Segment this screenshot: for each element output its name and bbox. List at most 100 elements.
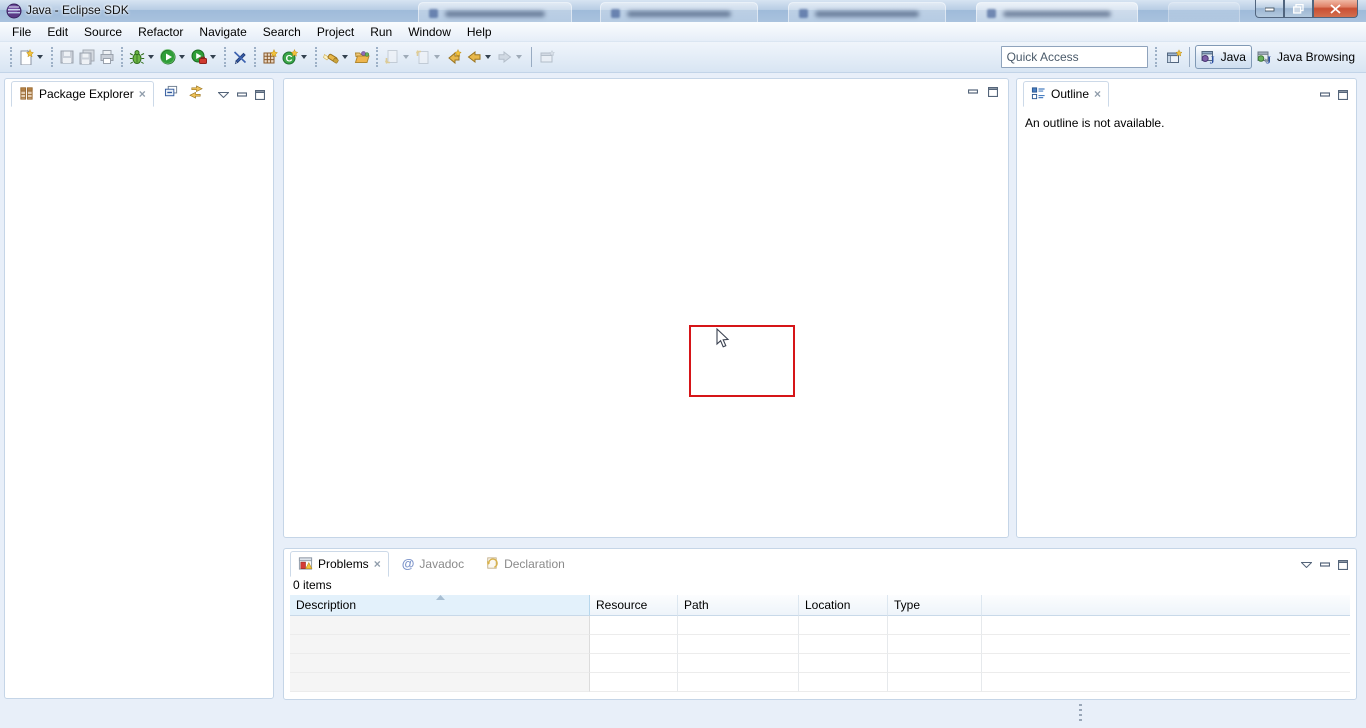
debug-button[interactable]: [127, 45, 158, 69]
maximize-view-icon[interactable]: [1338, 560, 1348, 570]
toolbar-separator: [1189, 47, 1190, 67]
problems-panel: Problems × @ Javadoc Declaration: [283, 548, 1357, 700]
previous-annotation-button[interactable]: [413, 45, 444, 69]
column-header-resource[interactable]: Resource: [590, 595, 678, 616]
next-annotation-dropdown-icon[interactable]: [403, 55, 409, 59]
open-perspective-button[interactable]: [1164, 45, 1184, 69]
menu-refactor[interactable]: Refactor: [130, 23, 191, 41]
search-dropdown-icon[interactable]: [342, 55, 348, 59]
declaration-tab[interactable]: Declaration: [477, 552, 572, 576]
new-wizard-dropdown-icon[interactable]: [37, 55, 43, 59]
last-edit-location-button[interactable]: [444, 45, 464, 69]
package-explorer-tab[interactable]: Package Explorer ×: [11, 81, 154, 107]
new-java-class-dropdown-icon[interactable]: [301, 55, 307, 59]
java-browsing-perspective-button[interactable]: J Java Browsing: [1252, 46, 1360, 68]
svg-text:J: J: [1209, 56, 1214, 66]
package-explorer-title: Package Explorer: [39, 87, 134, 101]
back-dropdown-icon[interactable]: [485, 55, 491, 59]
column-header-location[interactable]: Location: [799, 595, 888, 616]
save-all-button[interactable]: [77, 45, 97, 69]
java-browsing-perspective-icon: J: [1257, 49, 1273, 65]
maximize-view-icon[interactable]: [1338, 90, 1348, 100]
close-view-icon[interactable]: ×: [139, 89, 146, 99]
minimize-button[interactable]: [1255, 0, 1284, 18]
debug-dropdown-icon[interactable]: [148, 55, 154, 59]
table-row: [290, 654, 1350, 673]
minimize-view-icon[interactable]: [968, 88, 978, 97]
collapse-all-icon[interactable]: [164, 85, 179, 99]
problems-table: Description Resource Path Location Type: [290, 595, 1350, 692]
background-browser-tab: [1168, 2, 1240, 23]
restore-button[interactable]: [1284, 0, 1313, 18]
link-with-editor-icon[interactable]: [188, 85, 204, 99]
background-tab-favicon: [611, 9, 620, 18]
editor-area[interactable]: [283, 78, 1009, 538]
minimize-view-icon[interactable]: [237, 91, 247, 100]
menu-help[interactable]: Help: [459, 23, 500, 41]
view-menu-icon[interactable]: [1301, 562, 1312, 568]
editor-area-tools: [968, 87, 998, 97]
menu-window[interactable]: Window: [400, 23, 459, 41]
background-tab-text: [1003, 11, 1111, 17]
crossed-pen-button[interactable]: [230, 45, 250, 69]
menu-file[interactable]: File: [4, 23, 39, 41]
problems-tab-label: Problems: [318, 557, 369, 571]
quick-access-input[interactable]: [1001, 46, 1148, 68]
menu-project[interactable]: Project: [309, 23, 362, 41]
maximize-view-icon[interactable]: [988, 87, 998, 97]
outline-tab[interactable]: Outline ×: [1023, 81, 1109, 107]
run-button[interactable]: [158, 45, 189, 69]
new-java-project-button[interactable]: [260, 45, 280, 69]
toolbar-grip: [1155, 47, 1157, 67]
problems-tab[interactable]: Problems ×: [290, 551, 389, 577]
maximize-view-icon[interactable]: [255, 90, 265, 100]
back-button[interactable]: [464, 45, 495, 69]
toolbar-grip: [10, 47, 12, 67]
run-external-tools-icon: [191, 49, 207, 65]
java-browsing-perspective-label: Java Browsing: [1277, 50, 1355, 64]
view-menu-icon[interactable]: [218, 92, 229, 98]
menu-edit[interactable]: Edit: [39, 23, 76, 41]
close-button[interactable]: [1313, 0, 1358, 18]
status-bar-grip[interactable]: [1079, 704, 1082, 721]
restore-icon: [1293, 4, 1304, 14]
next-annotation-button[interactable]: [382, 45, 413, 69]
toolbar-grip: [254, 47, 256, 67]
pin-editor-button[interactable]: [537, 45, 557, 69]
save-button[interactable]: [57, 45, 77, 69]
menu-navigate[interactable]: Navigate: [191, 23, 254, 41]
previous-annotation-icon: [415, 49, 431, 65]
last-edit-location-icon: [446, 49, 462, 65]
package-explorer-content[interactable]: [5, 106, 273, 698]
menu-run[interactable]: Run: [362, 23, 400, 41]
forward-button[interactable]: [495, 45, 526, 69]
javadoc-tab[interactable]: @ Javadoc: [395, 552, 471, 576]
forward-icon: [497, 49, 513, 65]
menu-search[interactable]: Search: [255, 23, 309, 41]
background-tab-text: [627, 11, 731, 17]
menu-source[interactable]: Source: [76, 23, 130, 41]
column-header-path[interactable]: Path: [678, 595, 799, 616]
close-view-icon[interactable]: ×: [374, 559, 381, 569]
sort-ascending-icon: [436, 595, 445, 600]
minimize-view-icon[interactable]: [1320, 91, 1330, 100]
run-external-tools-button[interactable]: [189, 45, 220, 69]
print-button[interactable]: [97, 45, 117, 69]
new-java-class-button[interactable]: C: [280, 45, 311, 69]
toolbar-grip: [121, 47, 123, 67]
search-button[interactable]: [321, 45, 352, 69]
forward-dropdown-icon[interactable]: [516, 55, 522, 59]
red-highlight-box: [689, 325, 795, 397]
java-perspective-button[interactable]: J Java: [1195, 45, 1252, 69]
column-header-description[interactable]: Description: [290, 595, 590, 616]
run-dropdown-icon[interactable]: [179, 55, 185, 59]
background-browser-tab: [418, 2, 572, 23]
new-wizard-button[interactable]: [16, 45, 47, 69]
minimize-view-icon[interactable]: [1320, 561, 1330, 570]
column-header-type[interactable]: Type: [888, 595, 982, 616]
problems-header: Problems × @ Javadoc Declaration: [284, 549, 1356, 576]
close-view-icon[interactable]: ×: [1094, 89, 1101, 99]
previous-annotation-dropdown-icon[interactable]: [434, 55, 440, 59]
run-external-tools-dropdown-icon[interactable]: [210, 55, 216, 59]
open-folder-button[interactable]: [352, 45, 372, 69]
